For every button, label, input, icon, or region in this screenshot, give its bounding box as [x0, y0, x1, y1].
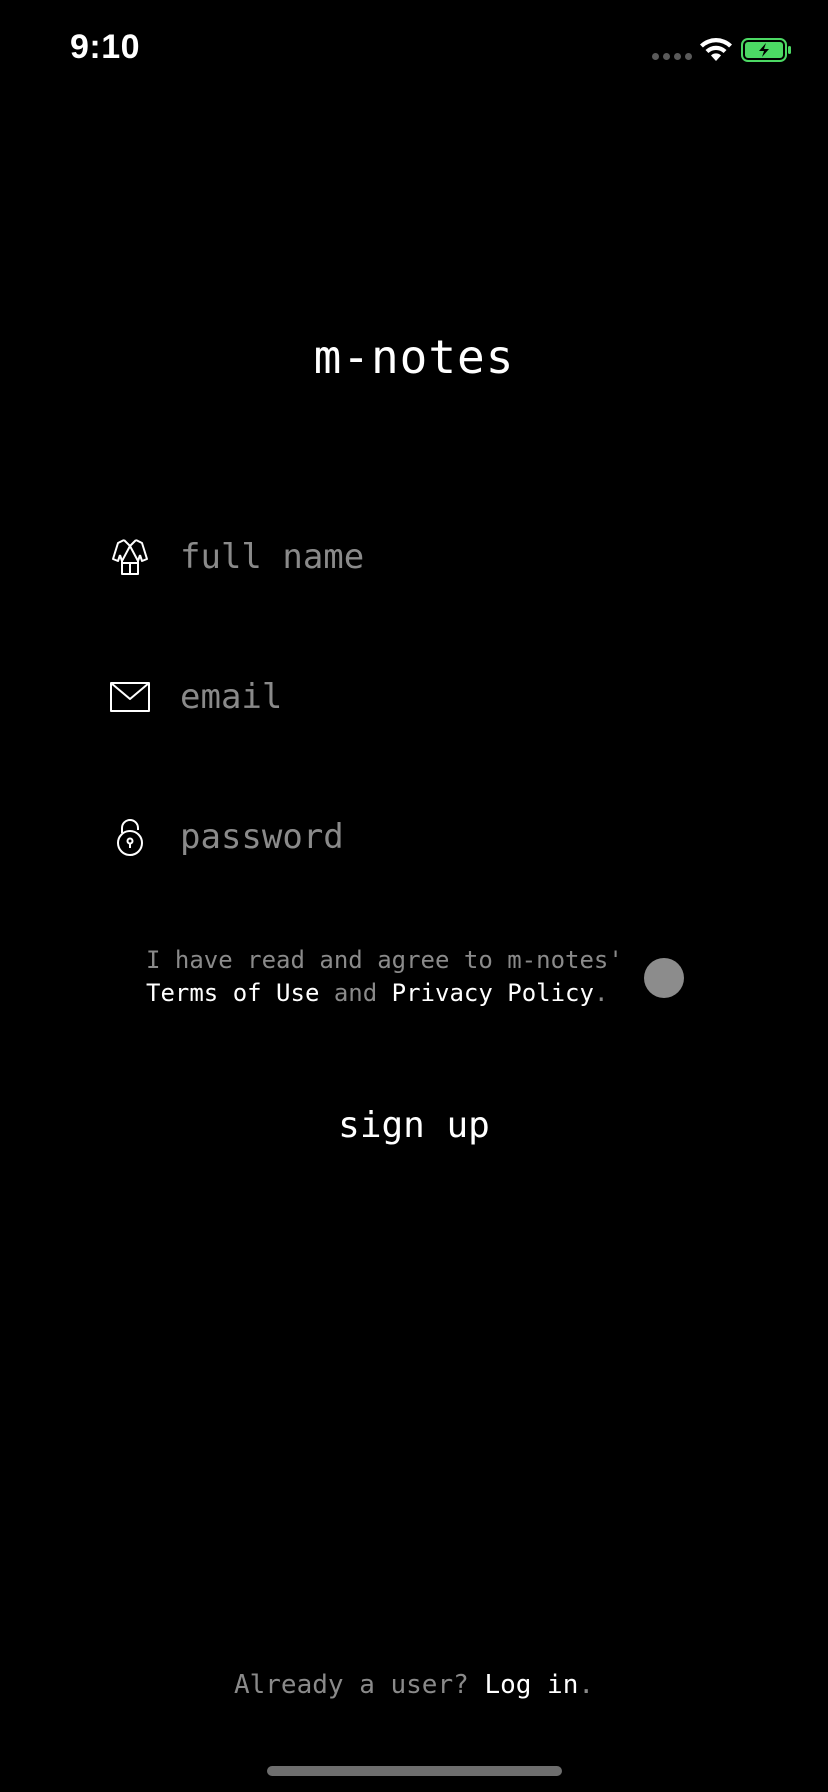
email-input[interactable] [180, 677, 700, 717]
terms-agreement-text: I have read and agree to m-notes' Terms … [146, 944, 646, 1010]
app-title: m-notes [313, 330, 515, 384]
lock-icon [106, 813, 154, 861]
status-time: 9:10 [70, 28, 141, 66]
terms-suffix: . [593, 979, 609, 1007]
home-indicator[interactable] [267, 1766, 562, 1776]
wifi-icon [700, 38, 732, 61]
robe-icon [106, 533, 154, 581]
log-in-link[interactable]: Log in [484, 1670, 578, 1700]
password-field[interactable] [106, 802, 726, 872]
terms-of-use-link[interactable]: Terms of Use [146, 979, 319, 1007]
terms-prefix: I have read and agree to m-notes' [146, 946, 623, 974]
privacy-policy-link[interactable]: Privacy Policy [392, 979, 594, 1007]
password-input[interactable] [180, 817, 700, 857]
status-bar: 9:10 [0, 0, 828, 100]
login-prompt: Already a user? Log in. [0, 1670, 828, 1700]
envelope-icon [106, 673, 154, 721]
full-name-input[interactable] [180, 537, 700, 577]
terms-and: and [333, 979, 378, 1007]
terms-agree-toggle[interactable] [644, 958, 684, 998]
cellular-signal-icon [652, 53, 692, 60]
sign-up-button[interactable]: sign up [314, 1100, 514, 1150]
battery-charging-icon [741, 38, 791, 62]
login-suffix: . [578, 1670, 595, 1700]
login-prompt-text: Already a user? [233, 1670, 469, 1700]
email-field[interactable] [106, 662, 726, 732]
full-name-field[interactable] [106, 522, 726, 592]
